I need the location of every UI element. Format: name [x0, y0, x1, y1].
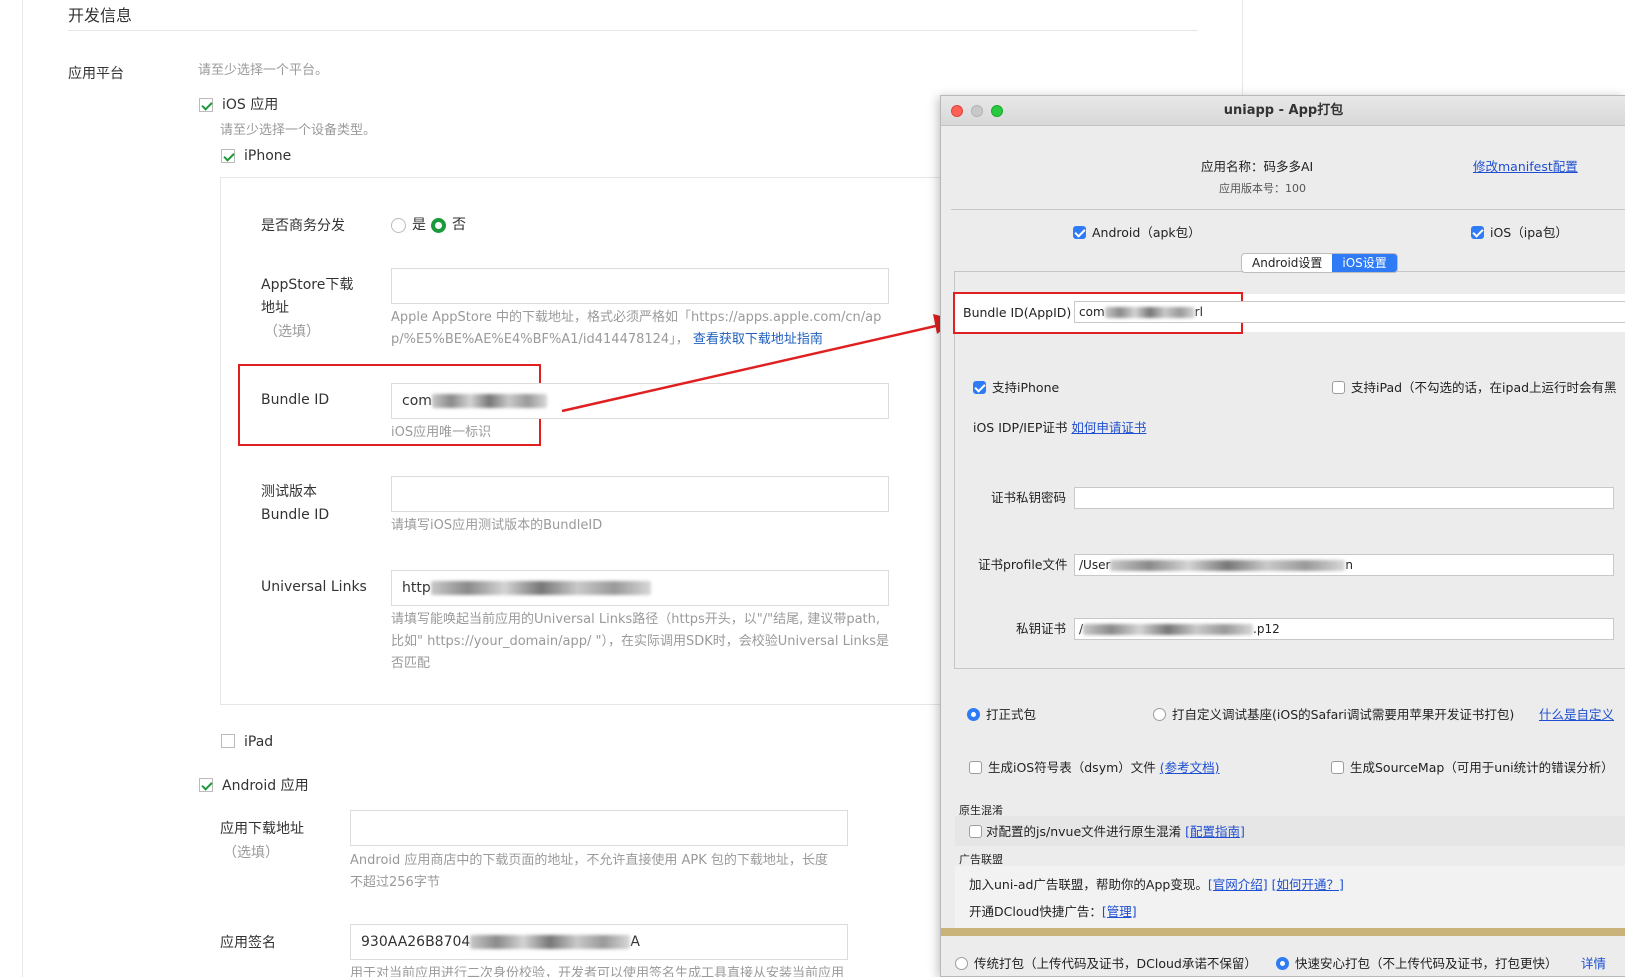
traditional-pack-label: 传统打包（上传代码及证书，DCloud承诺不保留）	[974, 956, 1257, 971]
private-cert-input[interactable]: / .p12	[1074, 618, 1614, 640]
edit-manifest-link[interactable]: 修改manifest配置	[1473, 158, 1578, 176]
dcloud-ad-text: 开通DCloud快捷广告：[管理]	[969, 904, 1137, 919]
window-titlebar: uniapp - App打包	[941, 96, 1625, 126]
private-cert-label: 私钥证书	[1016, 621, 1067, 636]
arrow-line	[561, 323, 941, 413]
support-iphone-label: 支持iPhone	[992, 380, 1060, 395]
android-apk-label: Android（apk包）	[1092, 225, 1201, 240]
cert-guide-link[interactable]: 如何申请证书	[1071, 420, 1146, 435]
dsym-doc-link[interactable]: (参考文档)	[1160, 760, 1220, 775]
android-apk-checkbox[interactable]	[1073, 226, 1086, 239]
safe-pack-radio[interactable]	[1276, 957, 1289, 970]
tab-android-settings[interactable]: Android设置	[1242, 254, 1332, 272]
traditional-pack-radio[interactable]	[955, 957, 968, 970]
dsym-checkbox[interactable]	[969, 761, 982, 774]
app-version: 应用版本号：100	[1219, 182, 1306, 195]
window-title: uniapp - App打包	[1223, 103, 1344, 118]
ad-howto-link[interactable]: [如何开通？]	[1272, 877, 1344, 892]
custom-base-label: 打自定义调试基座(iOS的Safari调试需要用苹果开发证书打包)	[1172, 707, 1515, 722]
sourcemap-checkbox[interactable]	[1331, 761, 1344, 774]
ad-intro-link[interactable]: [官网介绍]	[1208, 877, 1268, 892]
separator-bar	[941, 928, 1625, 936]
obfuscation-label: 对配置的js/nvue文件进行原生混淆 [配置指南]	[986, 824, 1245, 839]
release-radio[interactable]	[967, 708, 980, 721]
pack-window: uniapp - App打包 应用名称：码多多AI 应用版本号：100 修改ma…	[940, 95, 1625, 977]
safe-pack-label: 快速安心打包（不上传代码及证书，打包更快）	[1295, 956, 1558, 971]
bundle-appid-input[interactable]: com rl	[1074, 301, 1625, 323]
ios-ipa-label: iOS（ipa包）	[1490, 225, 1568, 240]
release-label: 打正式包	[986, 707, 1037, 722]
support-iphone-checkbox[interactable]	[973, 381, 986, 394]
custom-base-link[interactable]: 什么是自定义	[1539, 706, 1614, 724]
settings-tabs: Android设置 iOS设置	[1241, 253, 1398, 273]
cert-password-label: 证书私钥密码	[991, 490, 1067, 505]
details-link[interactable]: 详情	[1581, 955, 1606, 973]
obfuscation-guide-link[interactable]: [配置指南]	[1185, 824, 1245, 839]
ad-header: 广告联盟	[959, 853, 1003, 866]
profile-input[interactable]: /User n	[1074, 554, 1614, 576]
app-name: 应用名称：码多多AI	[1201, 159, 1314, 174]
bundle-appid-label: Bundle ID(AppID)	[963, 305, 1072, 320]
dcloud-ad-manage-link[interactable]: [管理]	[1102, 904, 1137, 919]
sourcemap-label: 生成SourceMap（可用于uni统计的错误分析）	[1350, 760, 1614, 775]
support-ipad-checkbox[interactable]	[1332, 381, 1345, 394]
obfuscation-checkbox[interactable]	[969, 825, 982, 838]
support-ipad-label: 支持iPad（不勾选的话，在ipad上运行时会有黑	[1351, 380, 1617, 395]
ad-text: 加入uni-ad广告联盟，帮助你的App变现。[官网介绍] [如何开通？]	[969, 877, 1344, 892]
profile-label: 证书profile文件	[978, 557, 1068, 572]
cert-label: iOS IDP/IEP证书 如何申请证书	[973, 420, 1147, 435]
custom-base-radio[interactable]	[1153, 708, 1166, 721]
tab-ios-settings[interactable]: iOS设置	[1332, 254, 1397, 272]
header-divider	[951, 209, 1625, 210]
dsym-label: 生成iOS符号表（dsym）文件 (参考文档)	[988, 760, 1220, 775]
ios-ipa-checkbox[interactable]	[1471, 226, 1484, 239]
cert-password-input[interactable]	[1074, 487, 1614, 509]
